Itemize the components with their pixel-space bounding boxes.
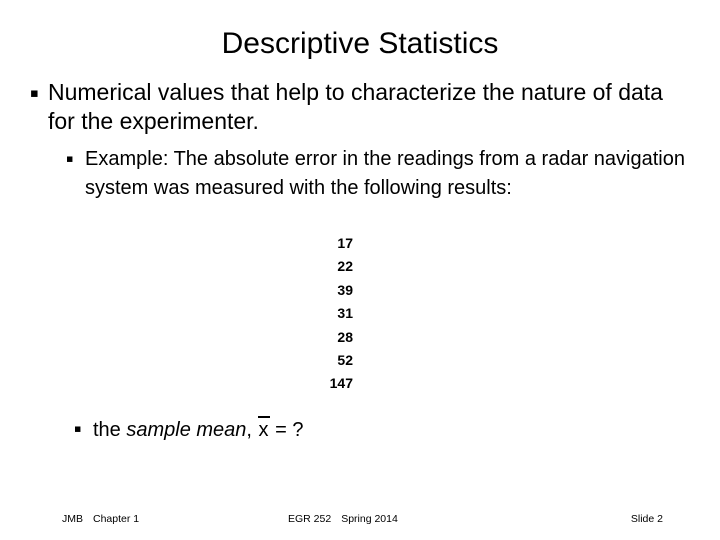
x-bar-glyph: x	[258, 419, 269, 441]
sample-mean-separator: ,	[246, 419, 258, 441]
footer-center: EGR 252 Spring 2014	[288, 512, 398, 526]
overbar-icon	[257, 416, 270, 418]
slide: Descriptive Statistics ▪ Numerical value…	[0, 0, 720, 540]
sample-mean-text: the sample mean, x = ?	[93, 415, 303, 443]
list-item: 39	[337, 281, 353, 298]
list-item: 28	[337, 328, 353, 345]
list-item: 17	[337, 235, 353, 251]
list-item: 147	[329, 375, 353, 392]
list-item: 22	[337, 258, 353, 275]
footer-term: Spring 2014	[341, 513, 398, 525]
bullet-item-sample-mean: ▪ the sample mean, x = ?	[74, 415, 303, 443]
list-item: 31	[337, 305, 353, 322]
slide-footer: JMB Chapter 1 EGR 252 Spring 2014 Slide 2	[0, 512, 720, 532]
square-bullet-icon: ▪	[74, 422, 82, 435]
footer-course: EGR 252	[288, 513, 332, 525]
square-bullet-icon: ▪	[66, 152, 74, 165]
slide-body: ▪ Numerical values that help to characte…	[0, 78, 720, 202]
sample-mean-equals: = ?	[269, 419, 304, 441]
list-item: 52	[337, 352, 353, 369]
bullet-level2-text: Example: The absolute error in the readi…	[85, 148, 685, 199]
square-bullet-icon: ▪	[30, 86, 39, 101]
footer-slide-number: Slide 2	[630, 513, 663, 525]
sample-mean-emphasis: sample mean	[126, 419, 247, 441]
bullet-level1-text: Numerical values that help to characteri…	[48, 79, 663, 134]
bullet-item-level1: ▪ Numerical values that help to characte…	[30, 78, 686, 135]
footer-author: JMB	[62, 513, 83, 525]
bullet-item-level2: ▪ Example: The absolute error in the rea…	[66, 145, 692, 202]
footer-left: JMB Chapter 1	[62, 512, 139, 526]
x-bar-symbol: x	[257, 415, 270, 443]
data-value-list: 17 22 39 31 28 52 147	[0, 232, 353, 396]
page-title: Descriptive Statistics	[221, 27, 499, 60]
footer-chapter: Chapter 1	[93, 513, 140, 525]
sample-mean-prefix: the	[93, 419, 127, 441]
